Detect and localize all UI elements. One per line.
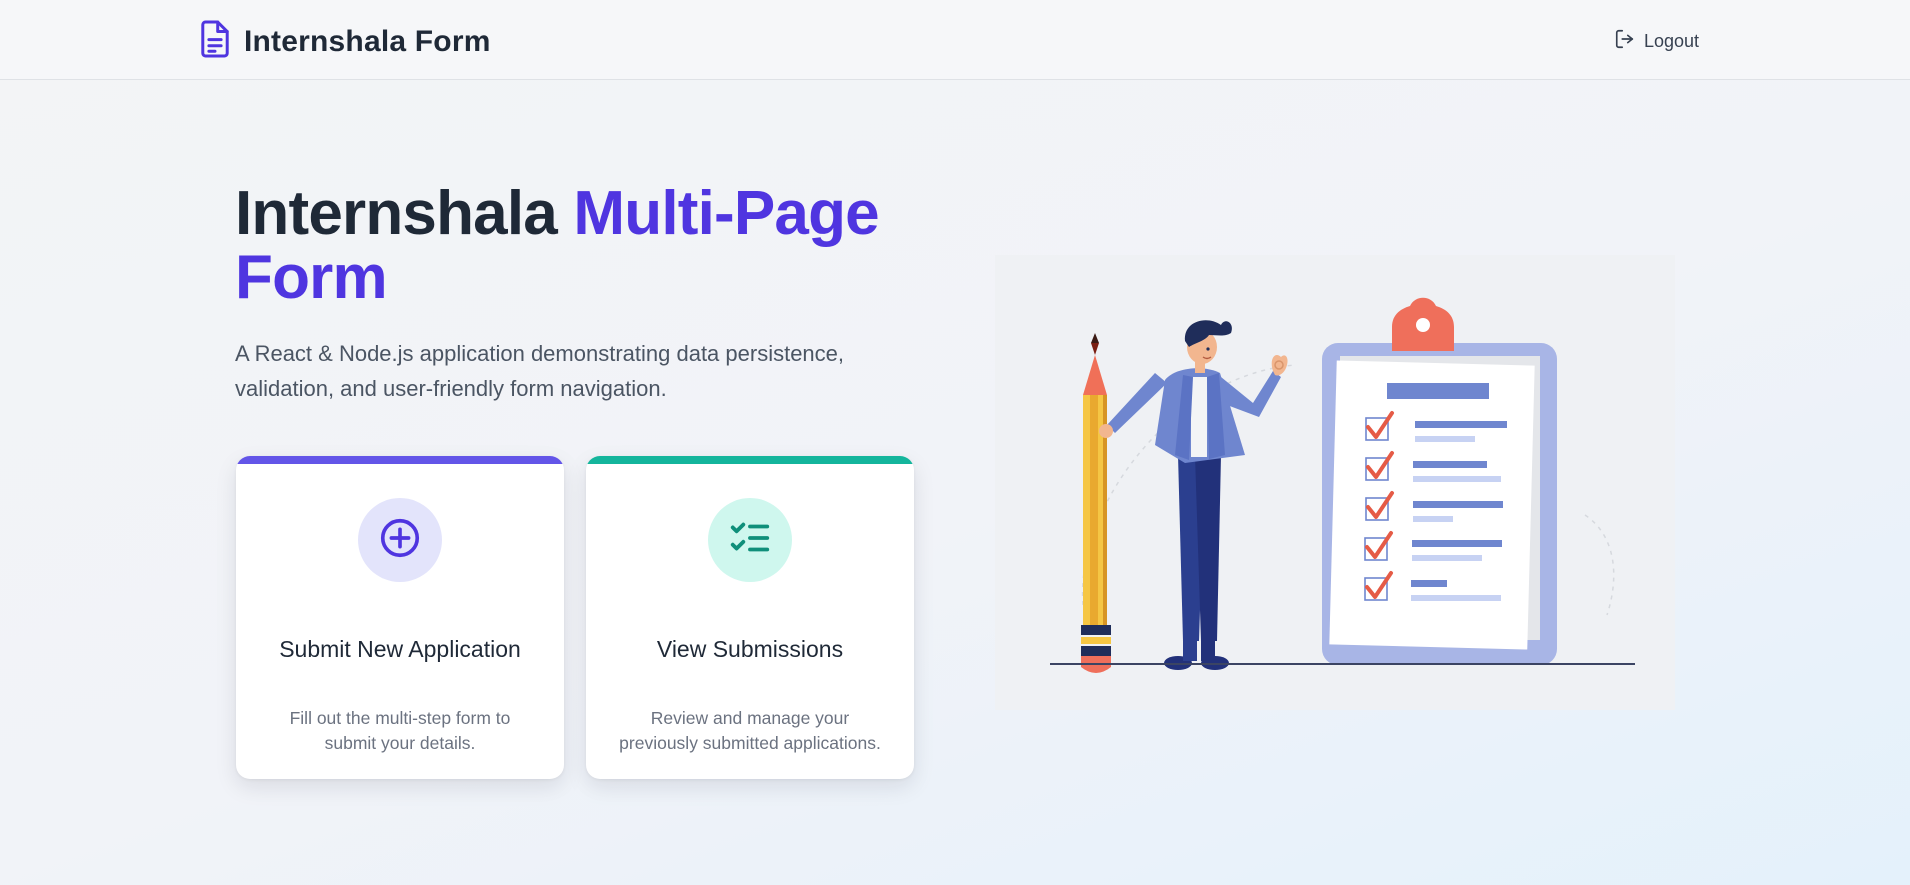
- card-accent-bar: [586, 456, 914, 464]
- logout-icon: [1614, 28, 1636, 55]
- card-description: Fill out the multi-step form to submit y…: [289, 708, 511, 753]
- card-description: Review and manage your previously submit…: [619, 708, 881, 753]
- card-icon-circle: [358, 498, 442, 582]
- hero-subtitle: A React & Node.js application demonstrat…: [235, 341, 845, 401]
- hero-illustration: [995, 255, 1675, 710]
- clipboard: [1322, 297, 1557, 665]
- hero-title-main: Internshala: [235, 179, 574, 248]
- top-navbar: Internshala Form Logout: [0, 0, 1910, 80]
- brand[interactable]: Internshala Form: [198, 20, 491, 63]
- card-icon-circle: [708, 498, 792, 582]
- list-checks-icon: [727, 515, 773, 566]
- card-title: Submit New Application: [279, 636, 521, 662]
- card-title: View Submissions: [656, 636, 844, 662]
- document-text-icon: [198, 20, 232, 63]
- logout-label: Logout: [1644, 31, 1700, 51]
- logout-button[interactable]: Logout: [1614, 28, 1699, 55]
- hero-title: Internshala Multi-Page Form: [235, 182, 935, 310]
- view-submissions-card[interactable]: View Submissions Review and manage your …: [586, 456, 914, 779]
- submit-new-application-card[interactable]: Submit New Application Fill out the mult…: [236, 456, 564, 779]
- brand-title: Internshala Form: [244, 24, 491, 58]
- card-accent-bar: [236, 456, 564, 464]
- plus-circle-icon: [377, 515, 423, 566]
- pencil: [1081, 333, 1111, 673]
